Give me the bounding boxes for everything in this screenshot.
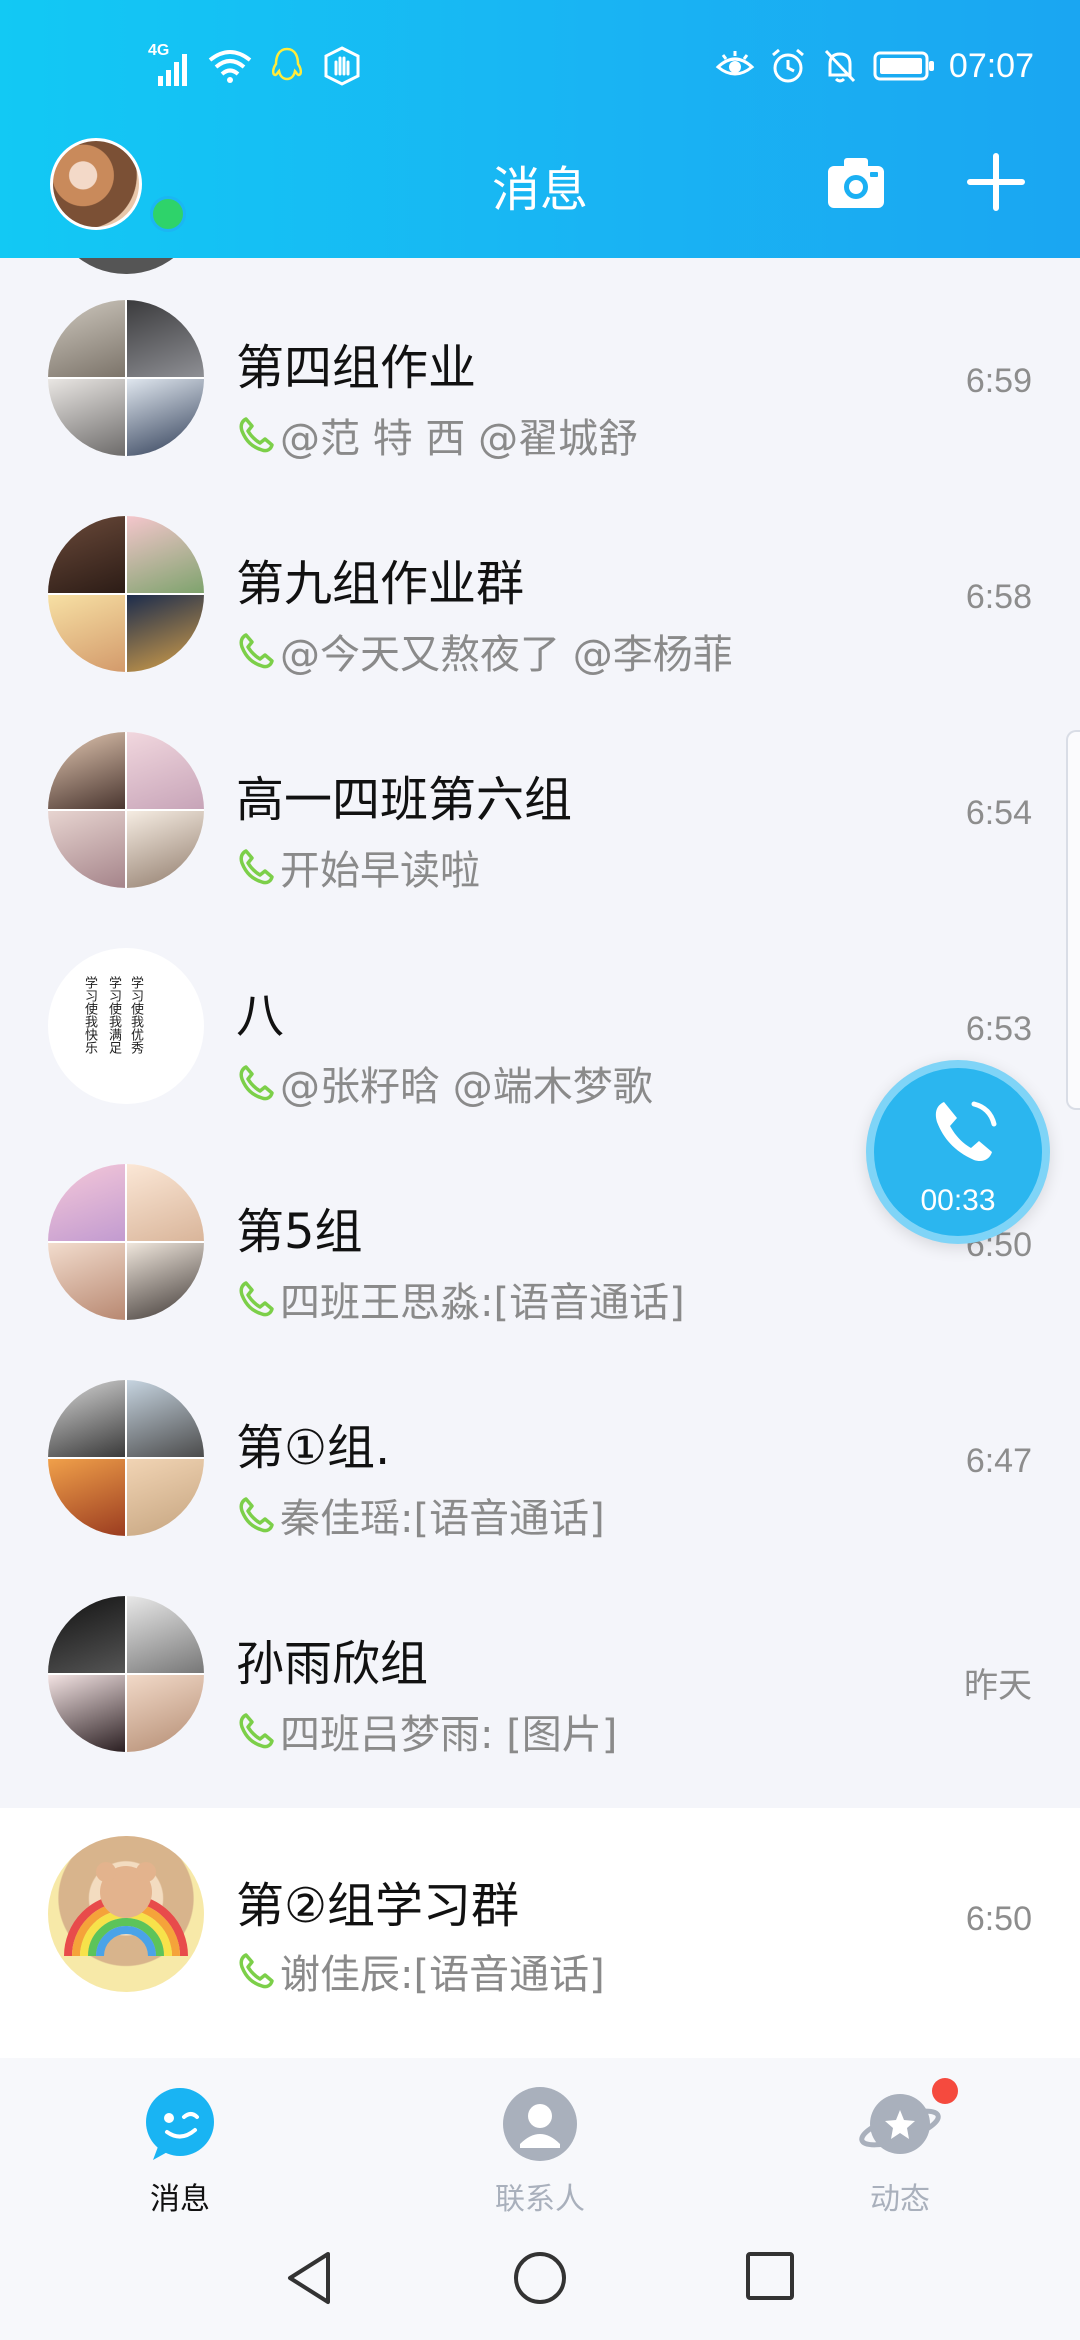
- qq-status-icon: [271, 47, 303, 81]
- hand-shield-icon: [324, 46, 360, 86]
- phone-icon: [239, 1281, 274, 1317]
- conversation-time: 6:47: [965, 1442, 1032, 1480]
- back-icon[interactable]: [284, 2250, 336, 2306]
- conversation-time: 6:58: [965, 578, 1032, 616]
- list-item[interactable]: 第②组学习群 谢佳辰:[语音通话] 6:50: [0, 1808, 1080, 2058]
- preview-text: 四班王思淼:[语音通话]: [280, 1280, 685, 1326]
- call-duration: 00:33: [920, 1184, 996, 1217]
- list-item[interactable]: 孙雨欣组 四班吕梦雨: [图片] 昨天: [0, 1554, 1080, 1770]
- contacts-tab-icon: [503, 2087, 577, 2161]
- avatar-text: 学习使我快乐: [82, 976, 97, 1054]
- preview-text: 四班吕梦雨: [图片]: [280, 1712, 618, 1758]
- group-avatar: [48, 1164, 204, 1320]
- ongoing-call-button[interactable]: 00:33: [866, 1060, 1050, 1244]
- group-avatar: [48, 300, 204, 456]
- conversation-name: 孙雨欣组: [236, 1636, 429, 1692]
- mute-bell-icon: [824, 49, 856, 83]
- phone-icon: [239, 1953, 274, 1989]
- preview-text: @张籽晗 @端木梦歌: [280, 1064, 653, 1110]
- notification-dot: [932, 2078, 958, 2104]
- tab-contacts[interactable]: 联系人: [450, 2076, 630, 2217]
- message-tab-icon: [146, 2088, 214, 2160]
- preview-text: 秦佳瑶:[语音通话]: [280, 1496, 605, 1542]
- phone-icon: [239, 1497, 274, 1533]
- alarm-icon: [771, 48, 804, 83]
- list-item[interactable]: 第①组. 秦佳瑶:[语音通话] 6:47: [0, 1338, 1080, 1554]
- phone-icon: [239, 633, 274, 669]
- conversation-name: 第5组: [236, 1204, 363, 1260]
- tab-label: 联系人: [495, 2182, 585, 2217]
- conversation-time: 6:59: [965, 362, 1032, 400]
- group-avatar: [48, 732, 204, 888]
- wifi-icon: [208, 50, 252, 83]
- scrollbar[interactable]: [1066, 730, 1080, 1110]
- camera-icon[interactable]: [826, 154, 886, 210]
- conversation-time: 昨天: [964, 1667, 1032, 1705]
- conversation-preview: 秦佳瑶:[语音通话]: [236, 1486, 605, 1544]
- conversation-time: 6:54: [965, 794, 1032, 832]
- status-time: 07:07: [948, 46, 1034, 85]
- preview-text: 谢佳辰:[语音通话]: [280, 1952, 605, 1998]
- list-item[interactable]: 第四组作业 @范 特 西 @翟城舒 6:59: [0, 258, 1080, 474]
- page-title: 消息: [491, 162, 588, 218]
- eye-comfort-icon: [715, 51, 755, 76]
- conversation-preview: 开始早读啦: [236, 838, 480, 896]
- conversation-name: 第②组学习群: [236, 1878, 520, 1934]
- conversation-name: 第①组.: [236, 1420, 391, 1476]
- tab-moments[interactable]: 动态: [810, 2076, 990, 2217]
- group-avatar: [48, 1836, 204, 1992]
- preview-text: @今天又熬夜了 @李杨菲: [280, 632, 733, 678]
- conversation-preview: @今天又熬夜了 @李杨菲: [236, 622, 733, 680]
- conversation-preview: 谢佳辰:[语音通话]: [236, 1942, 605, 2000]
- conversation-name: 八: [236, 988, 285, 1044]
- signal-icon: 4G: [148, 42, 192, 86]
- preview-text: @范 特 西 @翟城舒: [280, 416, 639, 462]
- list-item[interactable]: 第九组作业群 @今天又熬夜了 @李杨菲 6:58: [0, 474, 1080, 690]
- phone-icon: [935, 1101, 997, 1162]
- star-planet-icon: [859, 2094, 941, 2154]
- avatar-text: 学习使我满足: [106, 976, 121, 1054]
- bottom-tab-bar: 消息 联系人 动态: [0, 2058, 1080, 2217]
- conversation-preview: 四班吕梦雨: [图片]: [236, 1702, 617, 1760]
- group-avatar: [48, 1380, 204, 1536]
- recents-icon[interactable]: [744, 2250, 796, 2302]
- phone-icon: [239, 1065, 274, 1101]
- conversation-name: 第四组作业: [236, 340, 477, 396]
- phone-icon: [239, 849, 274, 885]
- conversation-name: 高一四班第六组: [236, 772, 573, 828]
- phone-icon: [239, 1713, 274, 1749]
- group-avatar: 学习使我满足 学习使我优秀 学习使我快乐: [48, 948, 204, 1104]
- conversation-preview: 四班王思淼:[语音通话]: [236, 1270, 685, 1328]
- status-left-icons: 4G: [148, 42, 362, 88]
- battery-icon: [873, 51, 934, 81]
- list-item[interactable]: 高一四班第六组 开始早读啦 6:54: [0, 690, 1080, 906]
- home-icon[interactable]: [512, 2250, 568, 2306]
- tab-label: 动态: [870, 2182, 930, 2217]
- tab-messages[interactable]: 消息: [90, 2076, 270, 2217]
- conversation-name: 第九组作业群: [236, 556, 525, 612]
- status-bar: 4G 07:07: [0, 0, 1080, 130]
- app-header: 4G 07:07 消息: [0, 0, 1080, 258]
- conversation-time: 6:53: [965, 1010, 1032, 1048]
- conversation-preview: @范 特 西 @翟城舒: [236, 406, 638, 464]
- status-right-icons: 07:07: [715, 44, 1034, 88]
- preview-text: 开始早读啦: [280, 848, 480, 894]
- tab-label: 消息: [150, 2182, 210, 2217]
- rainbow-icon: [64, 1862, 188, 1957]
- system-nav-bar: [0, 2214, 1080, 2340]
- phone-icon: [239, 417, 274, 453]
- avatar-text: 学习使我优秀: [128, 976, 143, 1054]
- group-avatar: [48, 516, 204, 672]
- group-avatar: [48, 1596, 204, 1752]
- conversation-time: 6:50: [965, 1900, 1032, 1938]
- add-icon[interactable]: [966, 152, 1026, 212]
- conversation-preview: @张籽晗 @端木梦歌: [236, 1054, 653, 1112]
